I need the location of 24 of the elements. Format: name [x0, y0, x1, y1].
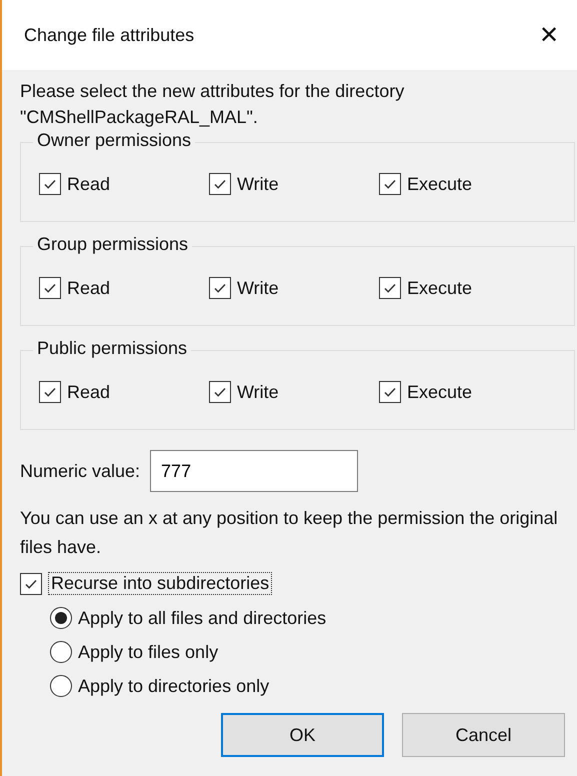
ok-button[interactable]: OK — [221, 713, 384, 757]
group-title: Group permissions — [33, 234, 192, 255]
description-text: Please select the new attributes for the directory "CMShellPackageRAL_MAL". — [20, 80, 406, 129]
permission-checkbox[interactable]: Execute — [379, 173, 549, 195]
apply-radio[interactable]: Apply to all files and directories — [50, 601, 577, 635]
window-title: Change file attributes — [24, 24, 194, 46]
permission-checkbox[interactable]: Read — [39, 173, 209, 195]
permission-checkbox[interactable]: Read — [39, 381, 209, 403]
numeric-field[interactable]: 777 — [150, 450, 358, 492]
cancel-button[interactable]: Cancel — [402, 713, 565, 757]
recurse-checkbox[interactable]: Recurse into subdirectories — [20, 572, 577, 595]
apply-radio[interactable]: Apply to files only — [50, 635, 577, 669]
permission-checkbox[interactable]: Execute — [379, 277, 549, 299]
permission-checkbox[interactable]: Write — [209, 173, 379, 195]
permission-checkbox[interactable]: Write — [209, 381, 379, 403]
hint-text: You can use an x at any position to keep the permission the original files have. — [20, 507, 559, 559]
group-title: Owner permissions — [33, 130, 196, 151]
permission-checkbox[interactable]: Read — [39, 277, 209, 299]
permission-checkbox[interactable]: Write — [209, 277, 379, 299]
numeric-label: Numeric value: — [20, 460, 140, 482]
apply-radio[interactable]: Apply to directories only — [50, 669, 577, 703]
close-button[interactable]: ✕ — [521, 7, 577, 63]
group-title: Public permissions — [33, 338, 192, 359]
permission-checkbox[interactable]: Execute — [379, 381, 549, 403]
